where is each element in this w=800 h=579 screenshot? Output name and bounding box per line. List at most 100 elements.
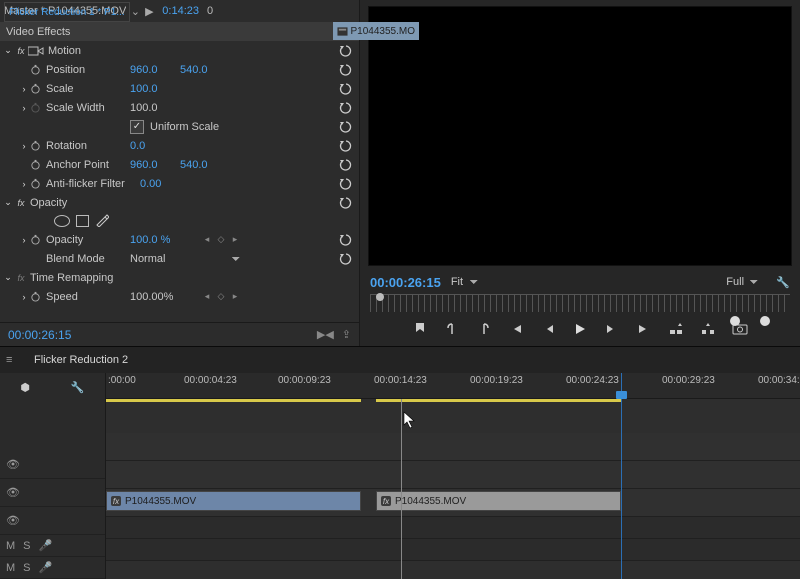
- playhead-handle-icon[interactable]: [376, 293, 384, 301]
- stopwatch-icon[interactable]: [30, 178, 44, 189]
- anchor-y-value[interactable]: 540.0: [180, 159, 230, 171]
- expand-icon[interactable]: ›: [18, 179, 30, 189]
- active-clip-label[interactable]: Flicker Reduction 1 * P1...: [4, 2, 130, 22]
- play-icon[interactable]: ▶: [144, 5, 154, 18]
- eye-icon[interactable]: 👁: [6, 514, 20, 527]
- wrench-icon[interactable]: 🔧: [776, 276, 790, 289]
- video-track-v2[interactable]: [106, 461, 800, 489]
- mark-out-icon[interactable]: [475, 320, 493, 338]
- add-keyframe-icon[interactable]: ◇: [214, 291, 228, 302]
- stopwatch-icon[interactable]: [30, 291, 44, 302]
- reset-icon[interactable]: [339, 158, 353, 172]
- extract-icon[interactable]: [699, 320, 717, 338]
- timeline-clip[interactable]: fx P1044355.MOV: [376, 491, 621, 511]
- expand-icon[interactable]: ›: [18, 292, 30, 302]
- stopwatch-icon[interactable]: [30, 234, 44, 245]
- video-track-v1[interactable]: fx P1044355.MOV fx P1044355.MOV: [106, 489, 800, 517]
- antiflicker-value[interactable]: 0.00: [140, 178, 190, 190]
- zoom-select[interactable]: Fit: [451, 276, 478, 288]
- video-track-header-v2[interactable]: 👁: [0, 479, 105, 507]
- step-back-icon[interactable]: [539, 320, 557, 338]
- reset-icon[interactable]: [339, 101, 353, 115]
- prev-keyframe-icon[interactable]: ◂: [200, 291, 214, 302]
- reset-icon[interactable]: [339, 177, 353, 191]
- speed-value[interactable]: 100.00%: [130, 291, 200, 303]
- opacity-value[interactable]: 100.0 %: [130, 234, 200, 246]
- sequence-name[interactable]: Flicker Reduction 2: [34, 354, 128, 366]
- marker-icon[interactable]: [411, 320, 429, 338]
- scale-value[interactable]: 100.0: [130, 83, 180, 95]
- mute-toggle[interactable]: M: [6, 562, 15, 574]
- video-track-header-v1[interactable]: 👁: [0, 507, 105, 535]
- video-track-v3[interactable]: [106, 433, 800, 461]
- settings-icon[interactable]: 🔧: [71, 381, 85, 394]
- play-icon[interactable]: [571, 320, 589, 338]
- chevron-down-icon[interactable]: ⌄: [130, 5, 140, 18]
- reset-icon[interactable]: [339, 120, 353, 134]
- audio-track-a1[interactable]: [106, 517, 800, 539]
- monitor-ruler[interactable]: [370, 294, 790, 312]
- monitor-timecode[interactable]: 00:00:26:15: [370, 275, 441, 290]
- collapse-icon[interactable]: ⌄: [2, 197, 14, 208]
- reset-icon[interactable]: [339, 44, 353, 58]
- mic-icon[interactable]: 🎤: [39, 561, 53, 574]
- audio-track-a2[interactable]: [106, 539, 800, 561]
- footer-timecode[interactable]: 00:00:26:15: [8, 328, 71, 342]
- mark-in-icon[interactable]: [443, 320, 461, 338]
- expand-icon[interactable]: ›: [18, 103, 30, 113]
- ellipse-mask-icon[interactable]: [54, 215, 70, 227]
- source-clip-chip[interactable]: P1044355.MO: [333, 22, 420, 40]
- timeline-tracks-area[interactable]: :00:00 00:00:04:23 00:00:09:23 00:00:14:…: [106, 373, 800, 579]
- solo-toggle[interactable]: S: [23, 540, 30, 552]
- expand-icon[interactable]: ›: [18, 84, 30, 94]
- snap-icon[interactable]: ⬢: [20, 381, 30, 394]
- export-icon[interactable]: ⇪: [342, 328, 351, 341]
- solo-toggle[interactable]: S: [23, 562, 30, 574]
- expand-icon[interactable]: ›: [18, 235, 30, 245]
- collapse-icon[interactable]: ⌄: [2, 272, 14, 283]
- mute-toggle[interactable]: M: [6, 540, 15, 552]
- prev-keyframe-icon[interactable]: ◂: [200, 234, 214, 245]
- reset-icon[interactable]: [339, 233, 353, 247]
- timeline-clip[interactable]: fx P1044355.MOV: [106, 491, 361, 511]
- stopwatch-icon[interactable]: [30, 140, 44, 151]
- collapse-icon[interactable]: ⌄: [2, 45, 14, 56]
- expand-icon[interactable]: ›: [18, 141, 30, 151]
- eye-icon[interactable]: 👁: [6, 458, 20, 471]
- header-timecode[interactable]: 0:14:23: [162, 5, 199, 17]
- blend-mode-select[interactable]: Normal: [130, 253, 240, 265]
- mic-icon[interactable]: 🎤: [39, 539, 53, 552]
- zoom-handles[interactable]: [730, 316, 770, 326]
- reset-icon[interactable]: [339, 252, 353, 266]
- reset-icon[interactable]: [339, 82, 353, 96]
- next-keyframe-icon[interactable]: ▸: [228, 234, 242, 245]
- go-to-in-icon[interactable]: [507, 320, 525, 338]
- fx-badge-icon[interactable]: fx: [14, 46, 28, 56]
- stopwatch-icon[interactable]: [30, 159, 44, 170]
- eye-icon[interactable]: 👁: [6, 486, 20, 499]
- opacity-section-row[interactable]: ⌄ fx Opacity: [0, 193, 359, 212]
- panel-menu-icon[interactable]: ≡: [6, 354, 22, 366]
- loop-icon[interactable]: ▶◀: [317, 328, 334, 341]
- rotation-value[interactable]: 0.0: [130, 140, 180, 152]
- pen-mask-icon[interactable]: [95, 213, 109, 230]
- program-viewer[interactable]: [368, 6, 792, 266]
- next-keyframe-icon[interactable]: ▸: [228, 291, 242, 302]
- time-remapping-row[interactable]: ⌄ fx Time Remapping: [0, 268, 359, 287]
- motion-row[interactable]: ⌄ fx Motion: [0, 41, 359, 60]
- rectangle-mask-icon[interactable]: [76, 215, 89, 227]
- video-track-header-v3[interactable]: 👁: [0, 451, 105, 479]
- stopwatch-icon[interactable]: [30, 64, 44, 75]
- position-y-value[interactable]: 540.0: [180, 64, 230, 76]
- anchor-x-value[interactable]: 960.0: [130, 159, 180, 171]
- step-forward-icon[interactable]: [603, 320, 621, 338]
- timeline-ruler[interactable]: :00:00 00:00:04:23 00:00:09:23 00:00:14:…: [106, 373, 800, 399]
- fx-badge-icon[interactable]: fx: [14, 198, 28, 208]
- uniform-scale-checkbox[interactable]: [130, 120, 144, 134]
- position-x-value[interactable]: 960.0: [130, 64, 180, 76]
- stopwatch-icon[interactable]: [30, 83, 44, 94]
- reset-icon[interactable]: [339, 139, 353, 153]
- resolution-select[interactable]: Full: [726, 276, 758, 288]
- add-keyframe-icon[interactable]: ◇: [214, 234, 228, 245]
- go-to-out-icon[interactable]: [635, 320, 653, 338]
